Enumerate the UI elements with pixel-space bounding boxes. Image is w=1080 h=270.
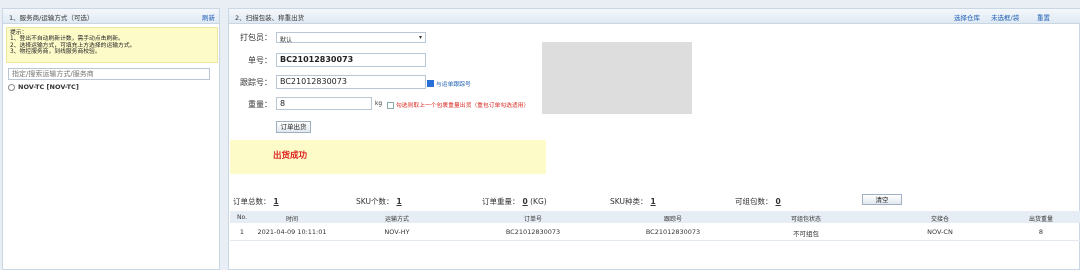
- packer-select-value: 默认: [280, 37, 293, 44]
- weight-checkbox[interactable]: [387, 102, 394, 109]
- service-panel-header: 1、服务商/运输方式（可选） 刷新: [3, 9, 219, 24]
- hint-line-3: 3、物控服务商，到线服务商校验。: [10, 49, 101, 56]
- shipping-panel-title: 2、扫描包装、称重出货: [235, 14, 305, 22]
- weight-label: 重量：: [248, 100, 272, 109]
- cell-tracking-number: BC21012830073: [645, 228, 701, 236]
- col-ship-weight: 出货重量: [1028, 216, 1054, 223]
- cell-no: 1: [239, 228, 245, 236]
- photo-preview: [542, 42, 692, 114]
- refresh-link[interactable]: 刷新: [202, 12, 215, 22]
- weight-input[interactable]: 8: [276, 97, 372, 110]
- cell-order-number: BC21012830073: [505, 228, 561, 236]
- tracking-label: 跟踪号：: [240, 78, 272, 87]
- radio-circle-icon[interactable]: [8, 83, 15, 91]
- tracking-number-input[interactable]: BC21012830073: [276, 75, 426, 89]
- stat-order-weight: 订单重量： 0 (KG): [482, 197, 547, 206]
- weight-checkbox-label: 勾选则取上一个包裹重量出货（重包订单勾选适用）: [396, 103, 530, 109]
- select-warehouse-link[interactable]: 选择仓库: [954, 12, 980, 22]
- col-pack-status: 可组包状态: [790, 216, 822, 223]
- packer-select[interactable]: 默认 ▾: [276, 32, 426, 44]
- ship-order-button[interactable]: 订单出货: [276, 121, 311, 133]
- col-handover-warehouse: 交接仓: [930, 216, 950, 223]
- packer-label: 打包员：: [240, 33, 272, 42]
- stat-sku-count: SKU个数： 1: [356, 197, 402, 206]
- cell-time: 2021-04-09 10:11:01: [257, 228, 327, 236]
- service-panel-title: 1、服务商/运输方式（可选）: [9, 14, 94, 22]
- cell-handover-warehouse: NOV-CN: [927, 228, 953, 236]
- cell-shipping-method: NOV-HY: [384, 228, 410, 236]
- tracking-checkbox-label: 与运单跟踪号: [436, 82, 471, 88]
- col-tracking-number: 跟踪号: [663, 216, 683, 223]
- col-time: 时间: [285, 216, 299, 223]
- tree-item-nov-tc[interactable]: NOV-TC [NOV-TC]: [8, 83, 79, 91]
- service-panel: 1、服务商/运输方式（可选） 刷新 提示： 1、登出不自动刷新计数，需手动点击刷…: [2, 8, 220, 270]
- shipment-table-header: No. 时间 运输方式 订单号 跟踪号 可组包状态 交接仓 出货重量: [230, 211, 1080, 223]
- shipping-panel-header: 2、扫描包装、称重出货 选择仓库 未选框/袋 重置: [229, 9, 1080, 24]
- service-search-input[interactable]: [8, 68, 210, 80]
- order-number-input[interactable]: BC21012830073: [276, 53, 426, 67]
- col-shipping-method: 运输方式: [384, 216, 410, 223]
- stat-packable: 可组包数： 0: [735, 197, 781, 206]
- stat-sku-types: SKU种类： 1: [610, 197, 656, 206]
- stat-order-total: 订单总数： 1: [233, 197, 279, 206]
- status-message: 出货成功: [273, 151, 308, 161]
- unselected-bag-link[interactable]: 未选框/袋: [991, 12, 1019, 22]
- cell-ship-weight: 8: [1038, 228, 1044, 236]
- hint-box: 提示： 1、登出不自动刷新计数，需手动点击刷新。 2、选择运输方式，可填充上方选…: [6, 27, 218, 63]
- reset-link[interactable]: 重置: [1037, 12, 1050, 22]
- row-divider: [230, 240, 1080, 241]
- clear-button[interactable]: 清空: [862, 194, 902, 205]
- cell-pack-status: 不可组包: [793, 230, 819, 238]
- weight-unit: kg: [375, 101, 383, 107]
- order-label: 单号：: [248, 56, 272, 65]
- tree-item-label: NOV-TC [NOV-TC]: [18, 83, 79, 91]
- col-order-number: 订单号: [523, 216, 543, 223]
- table-row[interactable]: 1 2021-04-09 10:11:01 NOV-HY BC210128300…: [230, 228, 1080, 238]
- col-no: No.: [237, 214, 247, 221]
- chevron-down-icon: ▾: [418, 34, 422, 41]
- tracking-checkbox[interactable]: [427, 80, 434, 87]
